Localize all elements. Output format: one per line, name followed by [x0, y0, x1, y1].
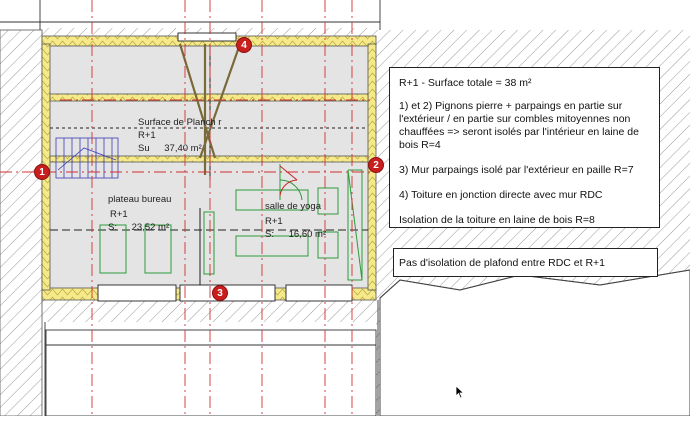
- room-area: 16,60 m²: [288, 229, 327, 240]
- floor-plan-canvas: Surface de Planch r R+1 Su 37,40 m² plat…: [0, 0, 690, 417]
- room-area-prefix: S:: [108, 222, 117, 233]
- room-level: R+1: [110, 209, 128, 220]
- room-area: 23,52 m²: [131, 222, 170, 233]
- room-label-surface: Surface de Planch r R+1 Su 37,40 m²: [138, 117, 221, 154]
- room-area: 37,40 m²: [164, 143, 202, 154]
- room-label-salle-de-yoga: salle de yoga R+1 S: 16,60 m²: [265, 201, 326, 240]
- ceiling-note-text: Pas d'isolation de plafond entre RDC et …: [399, 257, 606, 269]
- marker-1[interactable]: 1: [34, 164, 50, 180]
- room-level: R+1: [138, 130, 156, 141]
- note-roof: Isolation de la toiture en laine de bois…: [399, 214, 595, 226]
- room-name: Surface de Planch r: [138, 117, 222, 128]
- room-area-prefix: Su: [138, 143, 150, 154]
- note-item-4: 4) Toiture en jonction directe avec mur …: [399, 189, 603, 201]
- note-item-1-2: 1) et 2) Pignons pierre + parpaings en p…: [399, 100, 639, 151]
- marker-4[interactable]: 4: [236, 37, 252, 53]
- marker-2[interactable]: 2: [368, 157, 384, 173]
- room-name: salle de yoga: [265, 201, 321, 212]
- note-title: R+1 - Surface totale = 38 m²: [399, 77, 532, 89]
- room-label-plateau-bureau: plateau bureau R+1 S: 23,52 m²: [108, 194, 171, 233]
- marker-3[interactable]: 3: [212, 285, 228, 301]
- note-item-3: 3) Mur parpaings isolé par l'extérieur e…: [399, 164, 634, 176]
- room-area-prefix: S:: [265, 229, 274, 240]
- ceiling-note-box: Pas d'isolation de plafond entre RDC et …: [393, 248, 658, 277]
- room-level: R+1: [265, 216, 283, 227]
- insulation-notes-box: R+1 - Surface totale = 38 m² 1) et 2) Pi…: [389, 67, 660, 228]
- cursor-arrow-icon: [455, 385, 465, 399]
- room-name: plateau bureau: [108, 194, 172, 205]
